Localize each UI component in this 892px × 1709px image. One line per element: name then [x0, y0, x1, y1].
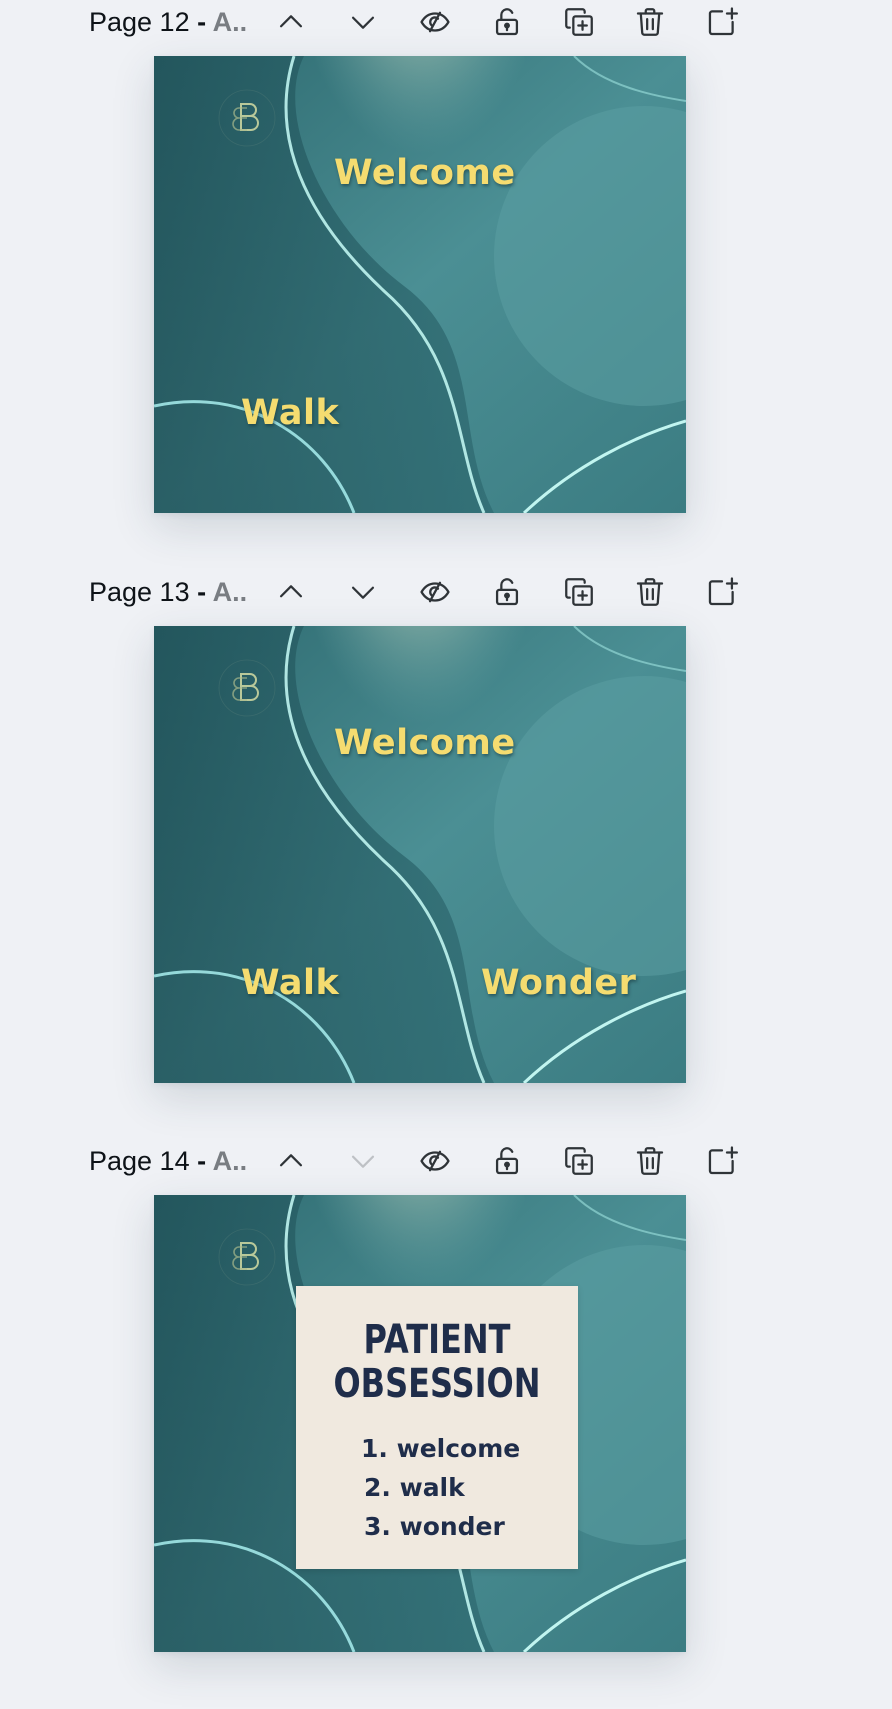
page-title-separator: -	[189, 577, 213, 607]
content-card: PATIENT OBSESSION 1. welcome 2. walk 3. …	[296, 1286, 578, 1569]
page-name: A..	[212, 577, 248, 607]
hide-page-button[interactable]	[413, 572, 457, 612]
page-title[interactable]: Page 14 - A..	[89, 1145, 259, 1177]
duplicate-icon	[565, 578, 593, 606]
move-page-down-button	[341, 1141, 385, 1181]
eye-slash-icon	[420, 581, 450, 603]
slide-text-walk: Walk	[241, 393, 340, 433]
hide-page-button[interactable]	[413, 1141, 457, 1181]
slide-text-wonder: Wonder	[481, 963, 637, 1003]
move-page-up-button[interactable]	[269, 1141, 313, 1181]
duplicate-page-button[interactable]	[557, 2, 601, 42]
slide-text-welcome: Welcome	[334, 153, 516, 193]
add-page-button[interactable]	[700, 2, 744, 42]
trash-icon	[636, 8, 664, 36]
lock-open-icon	[495, 1147, 519, 1175]
delete-page-button[interactable]	[628, 1141, 672, 1181]
add-page-icon	[708, 1146, 739, 1175]
lock-open-icon	[495, 578, 519, 606]
hide-page-button[interactable]	[413, 2, 457, 42]
page-title[interactable]: Page 12 - A..	[89, 6, 259, 38]
duplicate-page-button[interactable]	[557, 572, 601, 612]
card-list-item: 1. welcome	[361, 1434, 521, 1463]
chevron-down-icon	[351, 586, 375, 599]
card-title-line-2: OBSESSION	[333, 1361, 541, 1407]
page-title-separator: -	[189, 1146, 213, 1176]
page-thumbnail[interactable]: Welcome Walk	[154, 56, 686, 513]
lock-open-icon	[495, 8, 519, 36]
page-thumbnail[interactable]: PATIENT OBSESSION 1. welcome 2. walk 3. …	[154, 1195, 686, 1652]
lock-page-button[interactable]	[485, 2, 529, 42]
lock-page-button[interactable]	[485, 572, 529, 612]
page-number: Page 12	[89, 7, 190, 37]
page-12-block: Page 12 - A.. Welcome Walk	[0, 0, 892, 570]
page-header: Page 13 - A..	[0, 570, 892, 616]
move-page-up-button[interactable]	[269, 2, 313, 42]
page-title-separator: -	[189, 7, 213, 37]
chevron-down-icon	[351, 16, 375, 29]
move-page-down-button[interactable]	[341, 572, 385, 612]
trash-icon	[636, 578, 664, 606]
lock-page-button[interactable]	[485, 1141, 529, 1181]
page-14-block: Page 14 - A.. PATIENT OBSESSION 1. welco…	[0, 1139, 892, 1709]
slide-text-welcome: Welcome	[334, 723, 516, 763]
eye-slash-icon	[420, 11, 450, 33]
page-name: A..	[212, 1146, 248, 1176]
page-thumbnail[interactable]: Welcome Walk Wonder	[154, 626, 686, 1083]
move-page-down-button[interactable]	[341, 2, 385, 42]
add-page-button[interactable]	[700, 1141, 744, 1181]
card-title-line-1: PATIENT	[363, 1317, 511, 1363]
add-page-icon	[708, 7, 739, 36]
page-header: Page 14 - A..	[0, 1139, 892, 1185]
trash-icon	[636, 1147, 664, 1175]
chevron-up-icon	[279, 15, 303, 28]
duplicate-page-button[interactable]	[557, 1141, 601, 1181]
delete-page-button[interactable]	[628, 2, 672, 42]
page-number: Page 13	[89, 577, 190, 607]
move-page-up-button[interactable]	[269, 572, 313, 612]
brand-logo	[218, 1228, 276, 1286]
add-page-button[interactable]	[700, 572, 744, 612]
chevron-up-icon	[279, 1154, 303, 1167]
page-name: A..	[212, 7, 248, 37]
duplicate-icon	[565, 1147, 593, 1175]
page-13-block: Page 13 - A.. Welcome Walk Wonder	[0, 570, 892, 1140]
brand-logo	[218, 659, 276, 717]
duplicate-icon	[565, 8, 593, 36]
delete-page-button[interactable]	[628, 572, 672, 612]
card-list-item: 2. walk	[364, 1473, 465, 1502]
chevron-down-icon	[351, 1155, 375, 1168]
chevron-up-icon	[279, 585, 303, 598]
page-header: Page 12 - A..	[0, 0, 892, 46]
page-number: Page 14	[89, 1146, 190, 1176]
eye-slash-icon	[420, 1150, 450, 1172]
card-list-item: 3. wonder	[364, 1512, 505, 1541]
slide-text-walk: Walk	[241, 963, 340, 1003]
page-title[interactable]: Page 13 - A..	[89, 576, 259, 608]
brand-logo	[218, 89, 276, 147]
add-page-icon	[708, 577, 739, 606]
